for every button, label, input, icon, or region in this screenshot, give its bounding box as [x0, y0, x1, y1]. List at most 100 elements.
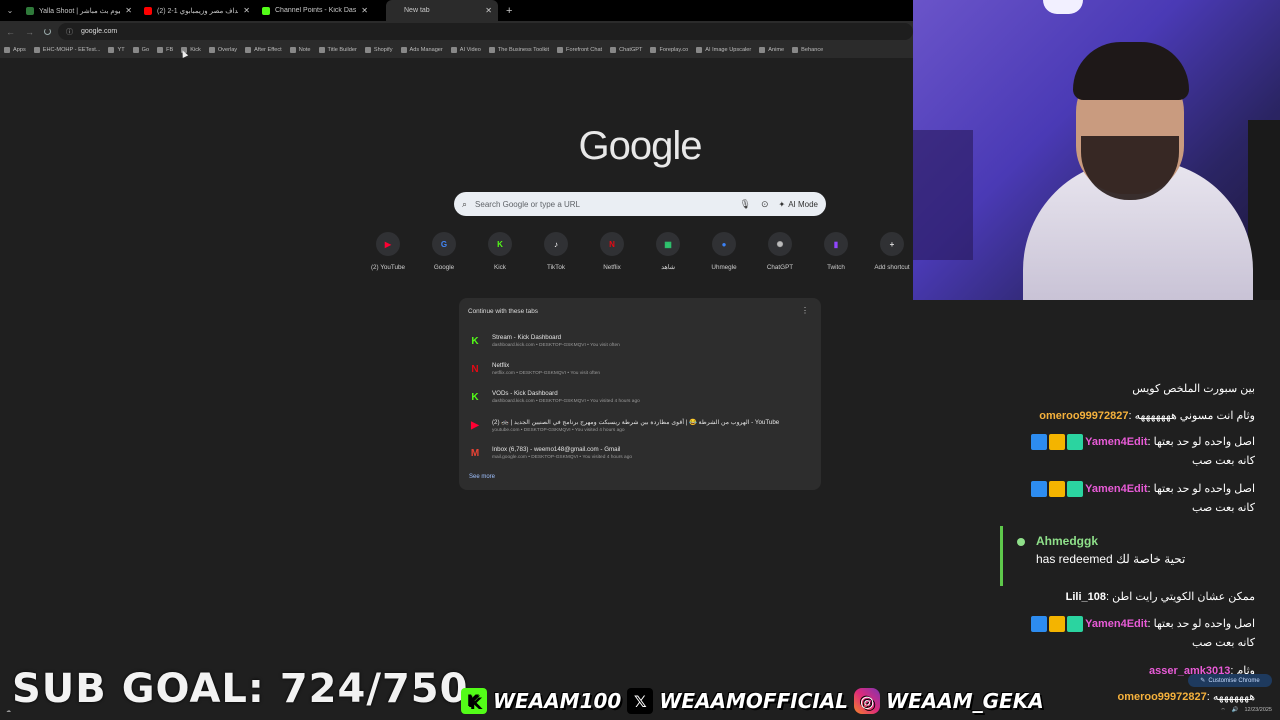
- bookmark-item[interactable]: Anime: [759, 47, 784, 53]
- continue-header: Continue with these tabs: [468, 308, 538, 315]
- x-icon: 𝕏: [627, 688, 654, 714]
- bookmark-item[interactable]: EHC-MOHP - EETest...: [33, 47, 100, 53]
- shortcut-label: Netflix: [603, 264, 621, 271]
- shortcut-tile[interactable]: ✺ ChatGPT: [752, 232, 808, 271]
- shortcut-label: (2) YouTube: [370, 264, 406, 271]
- shortcut-tile[interactable]: ● Uhmegle: [696, 232, 752, 271]
- chat-text: : اصل واحده لو حد بعتها: [1147, 618, 1256, 630]
- bookmark-item[interactable]: Forefront Chat: [557, 47, 602, 53]
- ai-mode-button[interactable]: ✦ AI Mode: [779, 200, 819, 209]
- bookmark-item[interactable]: After Effect: [245, 47, 282, 53]
- bookmark-item[interactable]: YT: [108, 47, 125, 53]
- bookmark-favicon-icon: [157, 47, 164, 53]
- bookmark-label: After Effect: [254, 47, 282, 53]
- bookmark-item[interactable]: AI Image Upscaler: [696, 47, 751, 53]
- shortcut-tile[interactable]: + Add shortcut: [864, 232, 920, 271]
- chat-username: Yamen4Edit: [1085, 618, 1148, 630]
- chatgpt-icon: ✺: [768, 232, 792, 256]
- bookmark-item[interactable]: The Business Toolkit: [488, 47, 549, 53]
- twitch-icon: ▮: [824, 232, 848, 256]
- microphone-icon[interactable]: 🎙: [740, 199, 751, 210]
- shortcut-tile[interactable]: ▦ شاهد: [640, 232, 696, 271]
- close-icon[interactable]: ✕: [361, 6, 368, 15]
- system-tray: ⌔ 🔊 12/23/2025: [1130, 700, 1280, 720]
- continue-tab-title: VODs - Kick Dashboard: [492, 390, 558, 397]
- tiktok-icon: ♪: [544, 232, 568, 256]
- hammer-badge-icon: [1031, 616, 1048, 633]
- new-tab-plus-icon[interactable]: +: [506, 5, 512, 17]
- shahid-icon: ▦: [656, 232, 680, 256]
- more-options-icon[interactable]: ⋮: [801, 306, 809, 315]
- pencil-icon: ✎: [1200, 678, 1206, 684]
- shortcut-label: ChatGPT: [766, 264, 794, 271]
- bookmark-item[interactable]: Foreplay.co: [650, 47, 688, 53]
- continue-tab-text: VODs - Kick Dashboard dashboard.kick.com …: [492, 390, 802, 404]
- gift-badge-icon: [1067, 434, 1084, 451]
- kick-icon: K: [461, 688, 487, 714]
- bookmark-item[interactable]: FB: [157, 47, 173, 53]
- plus-icon: +: [880, 232, 904, 256]
- tab-kick-dashboard[interactable]: Channel Points - Kick Dashboard ✕: [256, 0, 374, 21]
- tab-title: New tab: [404, 7, 430, 14]
- bookmark-favicon-icon: [650, 47, 657, 53]
- bookmark-label: AI Image Upscaler: [705, 47, 752, 53]
- clock-date[interactable]: 12/23/2025: [1244, 707, 1272, 713]
- kick-handle: WEAAM100: [493, 689, 622, 713]
- bookmark-item[interactable]: AI Video: [450, 47, 481, 53]
- wifi-icon[interactable]: ⌔: [1220, 707, 1225, 714]
- google-icon: G: [432, 232, 456, 256]
- customise-chrome-button[interactable]: ✎ Customise Chrome: [1188, 674, 1272, 687]
- shortcut-tile[interactable]: ▶ (2) YouTube: [360, 232, 416, 271]
- continue-tab-row[interactable]: N Netflix netflix.com • DESKTOP-GSKMQVI • …: [467, 356, 813, 382]
- tab-yalla-shoot[interactable]: Yalla Shoot | يلا شوت اليوم بث مباشر ✕: [20, 0, 138, 21]
- tab-new-tab[interactable]: New tab ✕: [386, 0, 498, 21]
- bookmark-item[interactable]: Go: [132, 47, 149, 53]
- lens-icon[interactable]: ⊙: [761, 199, 769, 210]
- bookmark-item[interactable]: Ads Manager: [400, 47, 443, 53]
- bookmark-label: Foreplay.co: [659, 47, 689, 53]
- shortcut-tile[interactable]: K Kick: [472, 232, 528, 271]
- continue-tab-subtitle: netflix.com • DESKTOP-GSKMQVI • You visi…: [492, 371, 601, 376]
- continue-tab-row[interactable]: ▶ (2) 🚓 | الهروب من الشرطة 😂 | أقوى مطارد…: [467, 412, 813, 438]
- bookmark-item[interactable]: Title Builder: [318, 47, 357, 53]
- bookmark-item[interactable]: Overlay: [208, 47, 237, 53]
- tab-search-dropdown[interactable]: ⌄: [0, 0, 20, 21]
- address-bar[interactable]: ⓘ google.com: [58, 23, 913, 40]
- continue-tab-row[interactable]: K VODs - Kick Dashboard dashboard.kick.com…: [467, 384, 813, 410]
- continue-tab-row[interactable]: K Stream - Kick Dashboard dashboard.kick.c…: [467, 328, 813, 354]
- see-more-link[interactable]: See more: [469, 474, 495, 480]
- continue-tab-row[interactable]: M Inbox (6,783) - weemo148@gmail.com - Gm…: [467, 440, 813, 466]
- shortcut-tile[interactable]: N Netflix: [584, 232, 640, 271]
- kick-icon: K: [488, 232, 512, 256]
- back-icon[interactable]: ←: [6, 27, 15, 37]
- search-placeholder: Search Google or type a URL: [475, 199, 580, 209]
- instagram-handle: WEAAM_GEKA: [886, 689, 1044, 713]
- bookmark-item[interactable]: Shopify: [364, 47, 393, 53]
- bookmark-favicon-icon: [364, 47, 371, 53]
- tab-youtube[interactable]: (2) اهداف مصر وزيمبابوي 1-2 ✕: [138, 0, 256, 21]
- tab-title: Channel Points - Kick Dashboard: [275, 7, 357, 14]
- shortcut-tile[interactable]: G Google: [416, 232, 472, 271]
- bookmark-item[interactable]: Apps: [4, 47, 26, 53]
- volume-icon[interactable]: 🔊: [1232, 707, 1239, 713]
- shortcut-tile[interactable]: ♪ TikTok: [528, 232, 584, 271]
- bookmark-item[interactable]: ChatGPT: [610, 47, 642, 53]
- site-info-icon[interactable]: ⓘ: [66, 27, 73, 37]
- bookmark-label: Kick: [190, 47, 201, 53]
- continue-tab-text: (2) 🚓 | الهروب من الشرطة 😂 | أقوى مطاردة…: [492, 418, 802, 433]
- crown-badge-icon: [1049, 481, 1066, 498]
- bookmark-item[interactable]: Note: [289, 47, 311, 53]
- ntp-search-box[interactable]: ⌕ Search Google or type a URL 🎙 ⊙ ✦ AI M…: [454, 192, 826, 216]
- forward-icon[interactable]: →: [25, 27, 34, 37]
- chat-username: Yamen4Edit: [1085, 483, 1148, 495]
- close-icon[interactable]: ✕: [243, 6, 250, 15]
- shortcut-tile[interactable]: ▮ Twitch: [808, 232, 864, 271]
- sub-goal-overlay: SUB GOAL: 724/750: [12, 666, 469, 712]
- bookmark-item[interactable]: Behance: [792, 47, 823, 53]
- chat-username: Lili_108: [1065, 591, 1106, 603]
- netflix-icon: N: [600, 232, 624, 256]
- close-icon[interactable]: ✕: [485, 6, 492, 15]
- close-icon[interactable]: ✕: [125, 6, 132, 15]
- taskbar-weather[interactable]: ☁: [0, 702, 60, 720]
- chat-message: بين سبورت الملخص كويس: [1132, 380, 1255, 399]
